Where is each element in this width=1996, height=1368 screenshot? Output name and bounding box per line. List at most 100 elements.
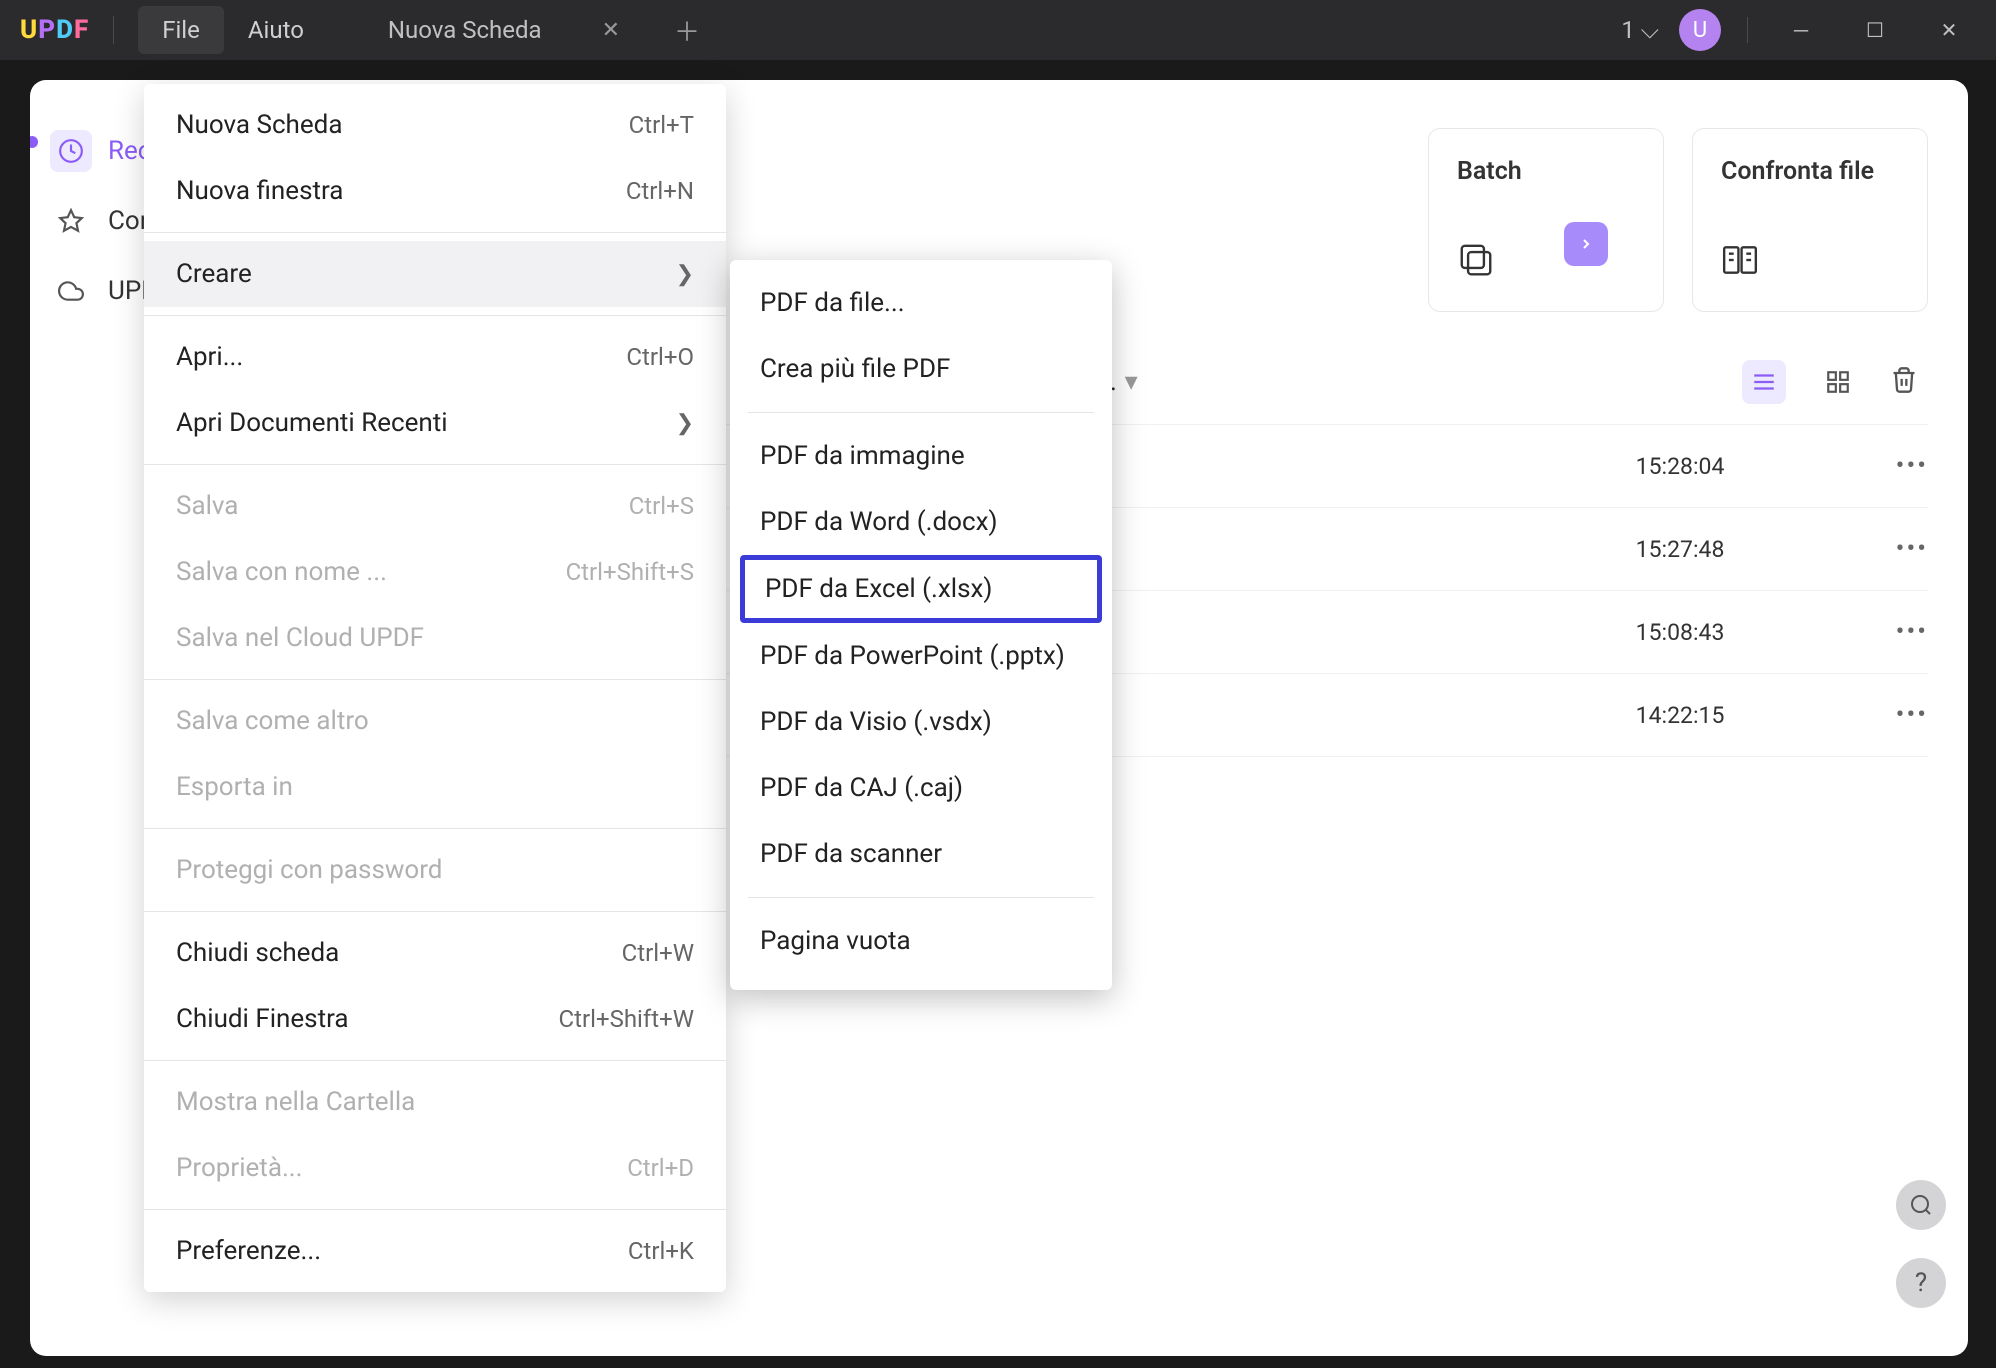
menu-item-label: Proteggi con password xyxy=(176,855,442,885)
menu-item[interactable]: Nuova finestra Ctrl+N xyxy=(144,158,726,224)
submenu-item[interactable]: PDF da CAJ (.caj) xyxy=(730,755,1112,821)
menu-divider xyxy=(144,911,726,912)
menu-divider xyxy=(144,679,726,680)
menu-shortcut: Ctrl+D xyxy=(627,1154,694,1182)
submenu-item[interactable]: PDF da scanner xyxy=(730,821,1112,887)
view-grid-button[interactable] xyxy=(1816,360,1860,404)
menu-divider xyxy=(144,1060,726,1061)
menu-shortcut: Ctrl+T xyxy=(629,111,694,139)
submenu-item[interactable]: Pagina vuota xyxy=(730,908,1112,974)
submenu-item[interactable]: PDF da PowerPoint (.pptx) xyxy=(730,623,1112,689)
maximize-button[interactable]: ☐ xyxy=(1848,10,1902,50)
close-icon[interactable]: ✕ xyxy=(602,18,620,43)
menu-divider xyxy=(144,315,726,316)
menu-divider xyxy=(748,897,1094,898)
card-title: Batch xyxy=(1457,157,1635,186)
more-icon[interactable]: ••• xyxy=(1896,617,1928,647)
menu-item[interactable]: Apri... Ctrl+O xyxy=(144,324,726,390)
card-batch[interactable]: Batch xyxy=(1428,128,1664,312)
more-icon[interactable]: ••• xyxy=(1896,534,1928,564)
menu-item[interactable]: Creare ❯ xyxy=(144,241,726,307)
menu-divider xyxy=(144,464,726,465)
create-submenu: PDF da file...Crea più file PDF PDF da im… xyxy=(730,260,1112,990)
action-cards: Batch Confronta file xyxy=(1428,128,1928,312)
float-help-button[interactable]: ? xyxy=(1896,1258,1946,1308)
card-compare[interactable]: Confronta file xyxy=(1692,128,1928,312)
menu-item-label: Proprietà... xyxy=(176,1153,303,1183)
menu-shortcut: Ctrl+K xyxy=(628,1237,694,1265)
float-search-button[interactable] xyxy=(1896,1180,1946,1230)
submenu-item[interactable]: PDF da immagine xyxy=(730,423,1112,489)
divider xyxy=(113,16,114,44)
more-icon[interactable]: ••• xyxy=(1896,700,1928,730)
menu-divider xyxy=(748,412,1094,413)
menu-item: Mostra nella Cartella xyxy=(144,1069,726,1135)
menu-divider xyxy=(144,828,726,829)
avatar[interactable]: U xyxy=(1679,9,1721,51)
menu-divider xyxy=(144,232,726,233)
menu-item: Salva come altro xyxy=(144,688,726,754)
divider xyxy=(1747,17,1748,43)
file-time: 15:27:48 xyxy=(1636,536,1896,563)
menu-item-label: Salva nel Cloud UPDF xyxy=(176,623,424,653)
card-title: Confronta file xyxy=(1721,157,1899,186)
trash-button[interactable] xyxy=(1890,366,1918,398)
compare-icon xyxy=(1721,241,1763,283)
more-icon[interactable]: ••• xyxy=(1896,451,1928,481)
menu-item[interactable]: Chiudi scheda Ctrl+W xyxy=(144,920,726,986)
menu-help[interactable]: Aiuto xyxy=(224,6,328,54)
menu-file[interactable]: File xyxy=(138,6,224,54)
menu-shortcut: Ctrl+Shift+S xyxy=(566,558,694,586)
menu-shortcut: Ctrl+N xyxy=(626,177,694,205)
submenu-item[interactable]: PDF da Word (.docx) xyxy=(730,489,1112,555)
menu-item-label: Salva come altro xyxy=(176,706,369,736)
menu-item-label: Creare xyxy=(176,259,252,289)
menu-item: Esporta in xyxy=(144,754,726,820)
submenu-item[interactable]: PDF da Excel (.xlsx) xyxy=(740,555,1102,623)
menu-divider xyxy=(144,1209,726,1210)
count-dropdown[interactable]: 1 ⌵ xyxy=(1621,16,1659,44)
menu-item[interactable]: Nuova Scheda Ctrl+T xyxy=(144,92,726,158)
logo: UPDF xyxy=(20,15,89,45)
menu-shortcut: Ctrl+W xyxy=(622,939,694,967)
menu-item: Proteggi con password xyxy=(144,837,726,903)
close-button[interactable]: ✕ xyxy=(1922,10,1976,50)
titlebar: UPDF File Aiuto Nuova Scheda ✕ ＋ 1 ⌵ U ─… xyxy=(0,0,1996,60)
menu-shortcut: Ctrl+S xyxy=(629,492,694,520)
menu-item-label: Chiudi scheda xyxy=(176,938,339,968)
minimize-button[interactable]: ─ xyxy=(1774,10,1828,50)
menu-shortcut: Ctrl+Shift+W xyxy=(559,1005,694,1033)
menu-item-label: Preferenze... xyxy=(176,1236,321,1266)
new-tab-button[interactable]: ＋ xyxy=(674,12,700,49)
menu-item-label: Salva con nome ... xyxy=(176,557,387,587)
menu-shortcut: Ctrl+O xyxy=(626,343,694,371)
menu-item-label: Mostra nella Cartella xyxy=(176,1087,415,1117)
star-icon xyxy=(50,200,92,242)
menu-item-label: Nuova finestra xyxy=(176,176,343,206)
submenu-item[interactable]: Crea più file PDF xyxy=(730,336,1112,402)
menu-item: Salva con nome ... Ctrl+Shift+S xyxy=(144,539,726,605)
menu-item[interactable]: Chiudi FinestraCtrl+Shift+W xyxy=(144,986,726,1052)
cloud-icon xyxy=(50,270,92,312)
chevron-right-icon: ❯ xyxy=(676,411,694,436)
menu-item: Salva nel Cloud UPDF xyxy=(144,605,726,671)
menu-item[interactable]: Apri Documenti Recenti ❯ xyxy=(144,390,726,456)
menu-item-label: Apri Documenti Recenti xyxy=(176,408,448,438)
file-dropdown-menu: Nuova Scheda Ctrl+T Nuova finestra Ctrl+N Cr… xyxy=(144,84,726,1292)
menu-item-label: Apri... xyxy=(176,342,243,372)
menu-item: Proprietà... Ctrl+D xyxy=(144,1135,726,1201)
menu-item-label: Nuova Scheda xyxy=(176,110,342,140)
menu-item-label: Esporta in xyxy=(176,772,293,802)
view-list-button[interactable] xyxy=(1742,360,1786,404)
tab-title: Nuova Scheda xyxy=(388,16,542,44)
tab-new-tab[interactable]: Nuova Scheda ✕ xyxy=(358,2,650,58)
menu-item: SalvaCtrl+S xyxy=(144,473,726,539)
clock-icon xyxy=(50,130,92,172)
file-time: 14:22:15 xyxy=(1636,702,1896,729)
submenu-item[interactable]: PDF da file... xyxy=(730,270,1112,336)
file-time: 15:08:43 xyxy=(1636,619,1896,646)
menu-item[interactable]: Preferenze... Ctrl+K xyxy=(144,1218,726,1284)
submenu-item[interactable]: PDF da Visio (.vsdx) xyxy=(730,689,1112,755)
file-time: 15:28:04 xyxy=(1636,453,1896,480)
chevron-right-icon: ❯ xyxy=(676,262,694,287)
